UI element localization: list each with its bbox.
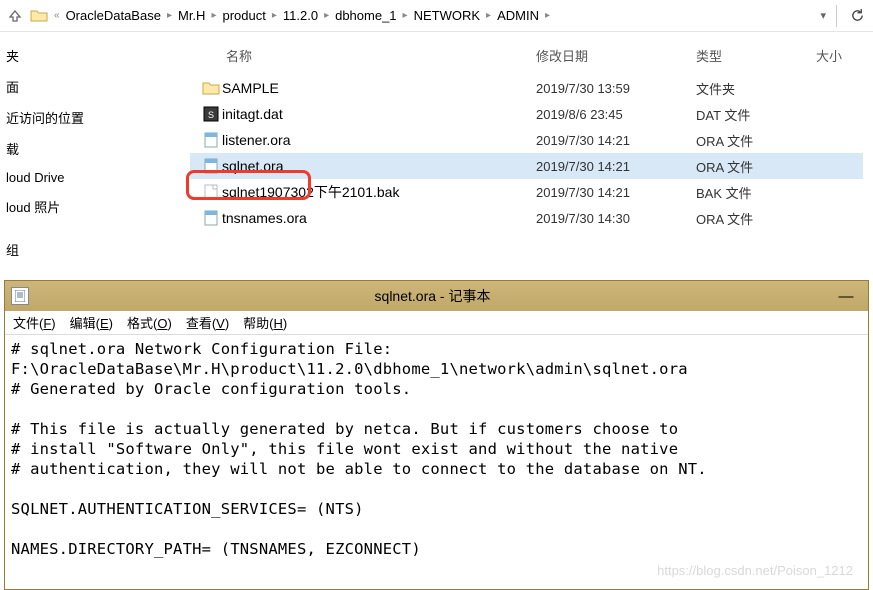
sidebar-item[interactable]: 组: [6, 234, 120, 265]
file-date: 2019/8/6 23:45: [536, 107, 696, 122]
sidebar-item[interactable]: 夹: [6, 40, 120, 71]
file-icon: [200, 80, 222, 96]
file-name: tnsnames.ora: [222, 210, 536, 226]
menu-help[interactable]: 帮助(H): [243, 313, 287, 332]
file-date: 2019/7/30 14:30: [536, 211, 696, 226]
file-icon: S: [200, 106, 222, 122]
menu-file[interactable]: 文件(F): [13, 313, 56, 332]
file-date: 2019/7/30 14:21: [536, 159, 696, 174]
breadcrumb[interactable]: « OracleDataBase ▸ Mr.H ▸ product ▸ 11.2…: [54, 6, 814, 25]
notepad-title-text: sqlnet.ora - 记事本: [35, 286, 830, 306]
file-date: 2019/7/30 13:59: [536, 81, 696, 96]
chevron-right-icon: ▸: [403, 10, 408, 21]
crumb-item[interactable]: Mr.H: [176, 6, 207, 25]
col-name[interactable]: 名称: [226, 46, 536, 65]
explorer-body: 夹 面 近访问的位置 载 loud Drive loud 照片 组 名称 修改日…: [0, 32, 873, 280]
file-name: listener.ora: [222, 132, 536, 148]
menu-view[interactable]: 查看(V): [186, 313, 229, 332]
crumb-item[interactable]: ADMIN: [495, 6, 541, 25]
notepad-window: sqlnet.ora - 记事本 — 文件(F) 编辑(E) 格式(O) 查看(…: [4, 280, 869, 590]
col-type[interactable]: 类型: [696, 46, 816, 65]
chevron-right-icon: ▸: [211, 10, 216, 21]
crumb-item[interactable]: dbhome_1: [333, 6, 398, 25]
file-type: ORA 文件: [696, 209, 816, 228]
file-row[interactable]: SAMPLE2019/7/30 13:59文件夹: [190, 75, 863, 101]
file-list: 名称 修改日期 类型 大小 SAMPLE2019/7/30 13:59文件夹Si…: [120, 32, 873, 280]
column-headers: 名称 修改日期 类型 大小: [190, 40, 863, 75]
chevron-right-icon: ▸: [167, 10, 172, 21]
notepad-titlebar[interactable]: sqlnet.ora - 记事本 —: [5, 281, 868, 311]
chevron-left-icon: «: [54, 10, 60, 21]
col-date[interactable]: 修改日期: [536, 46, 696, 65]
crumb-item[interactable]: product: [220, 6, 267, 25]
notepad-content[interactable]: # sqlnet.ora Network Configuration File:…: [5, 335, 868, 563]
refresh-button[interactable]: [847, 6, 867, 26]
file-type: ORA 文件: [696, 157, 816, 176]
file-type: DAT 文件: [696, 105, 816, 124]
file-row[interactable]: Sinitagt.dat2019/8/6 23:45DAT 文件: [190, 101, 863, 127]
watermark: https://blog.csdn.net/Poison_1212: [657, 563, 853, 578]
notepad-menu: 文件(F) 编辑(E) 格式(O) 查看(V) 帮助(H): [5, 311, 868, 335]
chevron-down-icon[interactable]: ▾: [820, 9, 826, 22]
chevron-right-icon: ▸: [272, 10, 277, 21]
file-name: SAMPLE: [222, 80, 536, 96]
crumb-item[interactable]: NETWORK: [412, 6, 482, 25]
menu-format[interactable]: 格式(O): [127, 313, 172, 332]
minimize-button[interactable]: —: [830, 288, 862, 305]
notepad-icon: [11, 287, 29, 305]
sidebar: 夹 面 近访问的位置 载 loud Drive loud 照片 组: [0, 32, 120, 280]
address-bar: « OracleDataBase ▸ Mr.H ▸ product ▸ 11.2…: [0, 0, 873, 32]
menu-edit[interactable]: 编辑(E): [70, 313, 113, 332]
folder-icon: [30, 7, 48, 25]
chevron-right-icon: ▸: [324, 10, 329, 21]
file-row[interactable]: tnsnames.ora2019/7/30 14:30ORA 文件: [190, 205, 863, 231]
file-name: initagt.dat: [222, 106, 536, 122]
col-size[interactable]: 大小: [816, 46, 842, 65]
highlight-annotation: [186, 170, 311, 200]
file-type: BAK 文件: [696, 183, 816, 202]
file-date: 2019/7/30 14:21: [536, 133, 696, 148]
crumb-item[interactable]: 11.2.0: [281, 6, 320, 25]
svg-text:S: S: [208, 110, 214, 120]
file-date: 2019/7/30 14:21: [536, 185, 696, 200]
file-type: ORA 文件: [696, 131, 816, 150]
sidebar-item[interactable]: 近访问的位置: [6, 102, 120, 133]
crumb-item[interactable]: OracleDataBase: [64, 6, 163, 25]
sidebar-item[interactable]: 载: [6, 133, 120, 164]
sidebar-item[interactable]: loud 照片: [6, 191, 120, 222]
file-icon: [200, 132, 222, 148]
file-type: 文件夹: [696, 79, 816, 98]
separator: [836, 5, 837, 27]
sidebar-item[interactable]: 面: [6, 71, 120, 102]
nav-up-button[interactable]: [6, 7, 24, 25]
chevron-right-icon: ▸: [545, 10, 550, 21]
sidebar-item[interactable]: loud Drive: [6, 164, 120, 191]
file-row[interactable]: listener.ora2019/7/30 14:21ORA 文件: [190, 127, 863, 153]
file-icon: [200, 210, 222, 226]
chevron-right-icon: ▸: [486, 10, 491, 21]
